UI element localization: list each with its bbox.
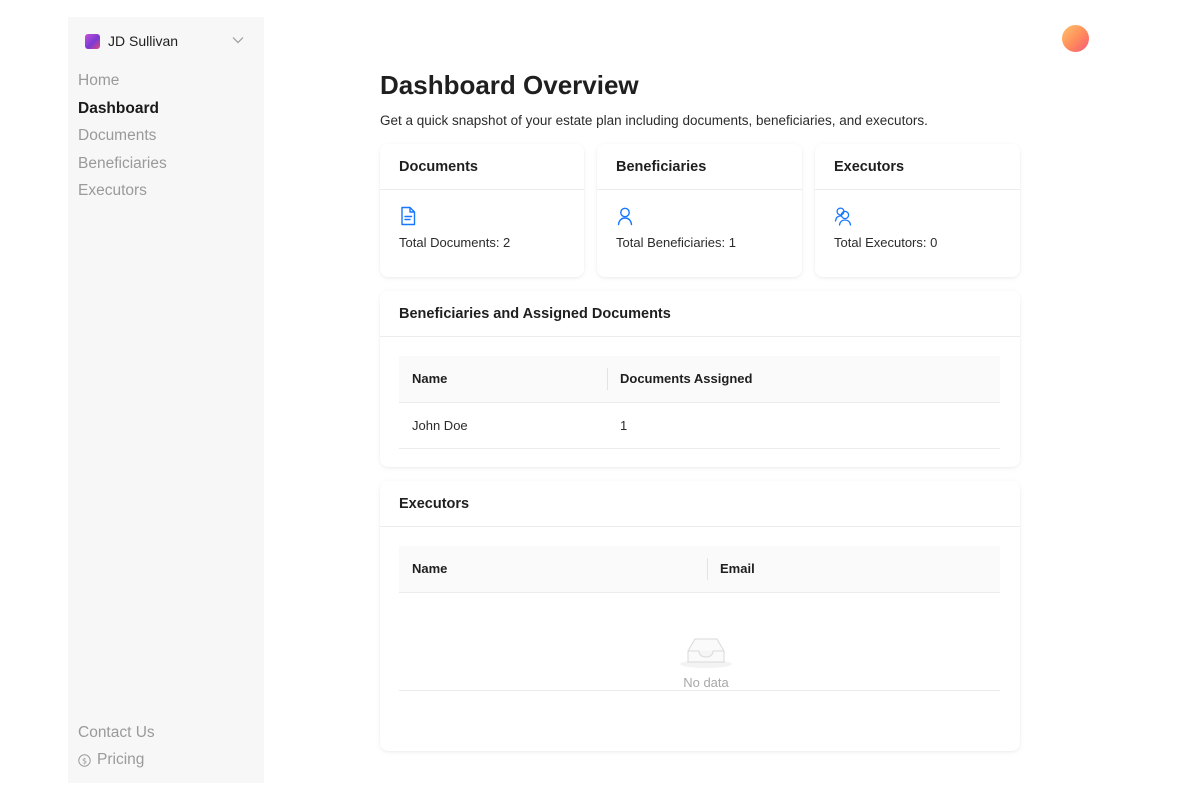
- table-row[interactable]: John Doe 1: [399, 402, 1000, 449]
- documents-card-title: Documents: [380, 144, 584, 190]
- executors-count: Total Executors: 0: [834, 235, 938, 250]
- page-title: Dashboard Overview: [380, 70, 639, 100]
- account-switcher[interactable]: JD Sullivan: [85, 30, 245, 52]
- beneficiaries-card-title: Beneficiaries: [597, 144, 802, 190]
- column-header-name: Name: [399, 356, 607, 403]
- executors-stat-card: Executors Total Executors: 0: [815, 144, 1020, 277]
- chevron-down-icon[interactable]: [231, 33, 245, 47]
- documents-assigned-cell: 1: [607, 402, 1000, 449]
- empty-state: No data: [399, 592, 1000, 691]
- sidebar: JD Sullivan Home Dashboard Documents Ben…: [68, 17, 264, 783]
- documents-stat-card: Documents Total Documents: 2: [380, 144, 584, 277]
- account-name: JD Sullivan: [108, 33, 179, 49]
- beneficiaries-count: Total Beneficiaries: 1: [616, 235, 736, 250]
- column-header-documents-assigned: Documents Assigned: [607, 356, 1000, 403]
- empty-inbox-icon: [680, 638, 732, 668]
- user-icon: [617, 207, 633, 226]
- executors-card-title: Executors: [815, 144, 1020, 190]
- sidebar-item-dashboard[interactable]: Dashboard: [78, 98, 254, 126]
- contact-us-link[interactable]: Contact Us: [78, 719, 254, 747]
- svg-text:$: $: [82, 756, 87, 765]
- sidebar-item-home[interactable]: Home: [78, 70, 254, 98]
- sidebar-item-documents[interactable]: Documents: [78, 125, 254, 153]
- sidebar-footer: Contact Us $ Pricing: [78, 719, 254, 774]
- executors-table-card: Executors Name Email No data: [380, 481, 1020, 751]
- beneficiary-name-cell: John Doe: [399, 402, 607, 449]
- executors-table: Name Email No data: [399, 546, 1000, 691]
- empty-state-text: No data: [683, 674, 729, 690]
- sidebar-nav: Home Dashboard Documents Beneficiaries E…: [78, 70, 254, 208]
- beneficiaries-table: Name Documents Assigned John Doe 1: [399, 356, 1000, 449]
- sidebar-item-beneficiaries[interactable]: Beneficiaries: [78, 153, 254, 181]
- users-icon: [834, 207, 852, 226]
- avatar[interactable]: [1062, 25, 1089, 52]
- page-subtitle: Get a quick snapshot of your estate plan…: [380, 113, 928, 128]
- documents-count: Total Documents: 2: [399, 235, 511, 250]
- pricing-link[interactable]: $ Pricing: [78, 747, 254, 775]
- dollar-circle-icon: $: [78, 754, 91, 767]
- column-header-email: Email: [707, 546, 1000, 593]
- account-logo: [85, 33, 100, 49]
- beneficiaries-table-card: Beneficiaries and Assigned Documents Nam…: [380, 291, 1020, 467]
- executors-table-title: Executors: [380, 481, 1020, 527]
- contact-us-label: Contact Us: [78, 723, 155, 741]
- beneficiaries-table-title: Beneficiaries and Assigned Documents: [380, 291, 1020, 337]
- column-header-name: Name: [399, 546, 707, 593]
- document-icon: [401, 206, 416, 226]
- sidebar-item-executors[interactable]: Executors: [78, 180, 254, 208]
- beneficiaries-stat-card: Beneficiaries Total Beneficiaries: 1: [597, 144, 802, 277]
- pricing-label: Pricing: [97, 751, 145, 769]
